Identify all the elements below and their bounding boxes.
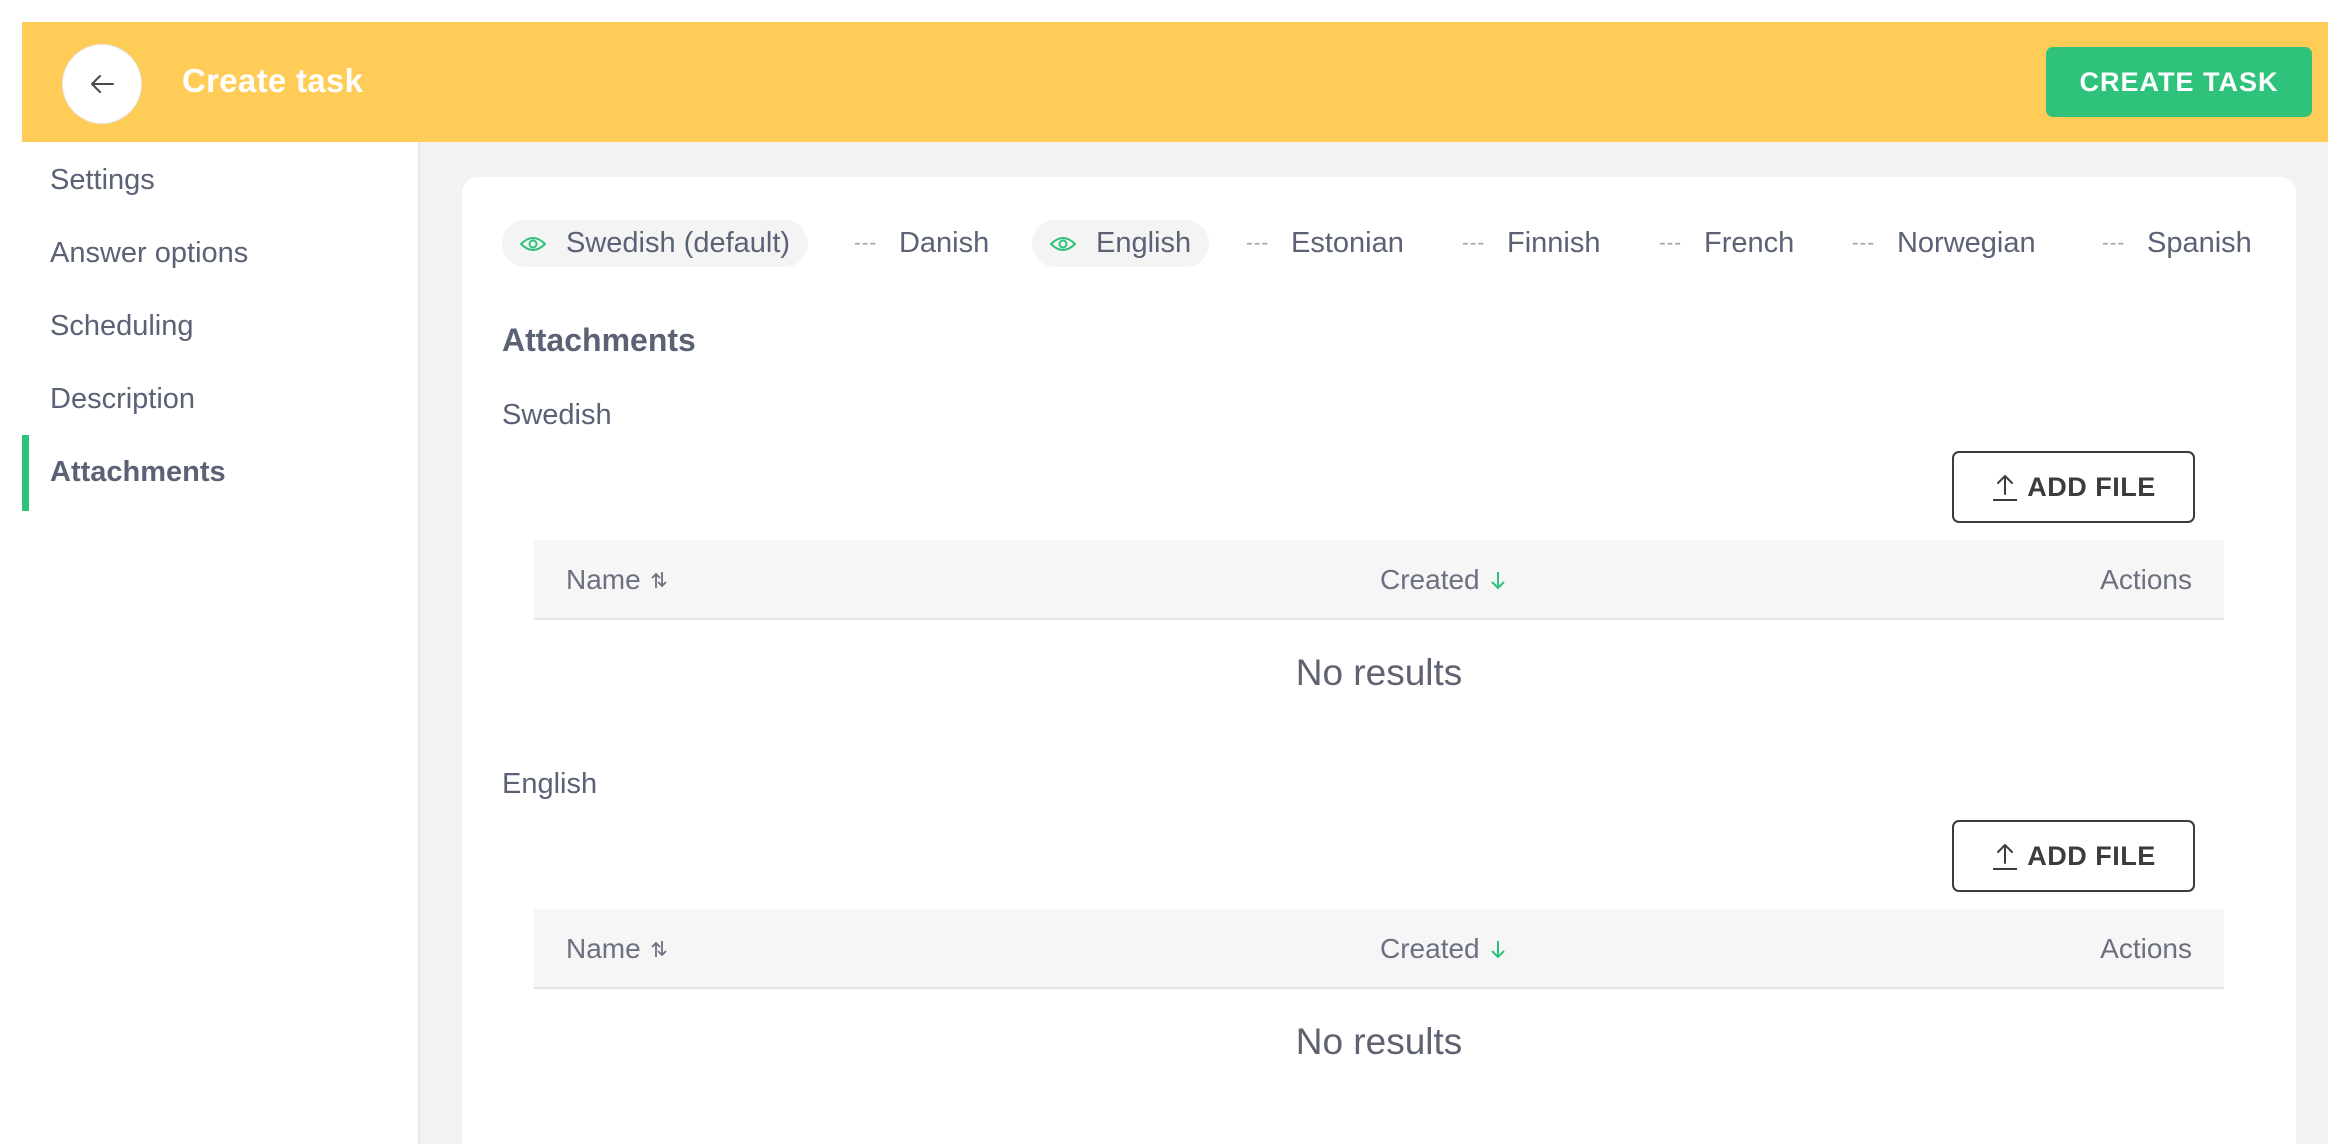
column-header-created[interactable]: Created	[1380, 564, 1508, 596]
sidebar-item-scheduling[interactable]: Scheduling	[50, 310, 194, 343]
column-header-actions: Actions	[2100, 564, 2192, 595]
language-label-swedish: Swedish	[502, 399, 612, 431]
page-title: Create task	[182, 62, 364, 99]
sidebar-item-attachments[interactable]: Attachments	[50, 456, 226, 489]
add-file-label: ADD FILE	[2027, 471, 2156, 502]
lang-tab-label: Estonian	[1290, 227, 1404, 259]
lang-tab-label: English	[1096, 227, 1192, 259]
lang-tab-finnish[interactable]: --- Finnish	[1462, 220, 1600, 267]
attachments-card: Swedish (default) --- Danish English ---…	[462, 177, 2296, 1144]
sidebar-item-answer-options[interactable]: Answer options	[50, 237, 248, 270]
back-button[interactable]	[62, 44, 142, 124]
sort-both-icon	[649, 937, 669, 961]
column-header-actions: Actions	[2100, 933, 2192, 964]
hidden-marker: ---	[1462, 232, 1485, 254]
lang-tab-estonian[interactable]: --- Estonian	[1246, 220, 1404, 267]
eye-icon	[520, 236, 546, 252]
section-title: Attachments	[502, 322, 696, 358]
upload-icon	[1991, 841, 2019, 871]
add-file-label: ADD FILE	[2027, 840, 2156, 871]
lang-tab-label: Norwegian	[1896, 227, 2036, 259]
add-file-button-english[interactable]: ADD FILE	[1952, 820, 2195, 892]
empty-state: No results	[1295, 1021, 1463, 1062]
hidden-marker: ---	[1659, 232, 1682, 254]
sidebar-nav: Settings Answer options Scheduling Descr…	[22, 142, 420, 1144]
add-file-button-swedish[interactable]: ADD FILE	[1952, 451, 2195, 523]
upload-icon	[1991, 472, 2019, 502]
top-header: Create task CREATE TASK	[22, 22, 2328, 142]
lang-tab-swedish[interactable]: Swedish (default)	[502, 220, 809, 267]
sidebar-item-settings[interactable]: Settings	[50, 164, 155, 197]
lang-tab-danish[interactable]: --- Danish	[854, 220, 989, 267]
lang-tab-french[interactable]: --- French	[1659, 220, 1794, 267]
table-header: Name Created Actions	[534, 909, 2224, 989]
table-header: Name Created Actions	[534, 540, 2224, 620]
sort-down-icon	[1488, 568, 1508, 592]
lang-tab-english[interactable]: English	[1032, 220, 1210, 267]
hidden-marker: ---	[1852, 232, 1875, 254]
column-header-name[interactable]: Name	[566, 933, 669, 965]
empty-state: No results	[1295, 652, 1463, 693]
lang-tab-label: Spanish	[2146, 227, 2252, 259]
sort-down-icon	[1488, 937, 1508, 961]
arrow-left-icon	[91, 75, 114, 93]
lang-tab-spanish[interactable]: --- Spanish	[2102, 220, 2252, 267]
hidden-marker: ---	[1246, 232, 1269, 254]
sidebar-item-description[interactable]: Description	[50, 383, 195, 416]
lang-tab-norwegian[interactable]: --- Norwegian	[1852, 220, 2036, 267]
hidden-marker: ---	[2102, 232, 2125, 254]
hidden-marker: ---	[854, 232, 877, 254]
lang-tab-label: French	[1703, 227, 1795, 259]
column-header-name[interactable]: Name	[566, 564, 669, 596]
active-indicator	[22, 435, 29, 511]
language-label-english: English	[502, 768, 598, 800]
lang-tab-label: Finnish	[1506, 227, 1601, 259]
content-area: Swedish (default) --- Danish English ---…	[420, 142, 2328, 1144]
sort-both-icon	[649, 568, 669, 592]
lang-tab-label: Swedish (default)	[566, 227, 791, 259]
create-task-button[interactable]: CREATE TASK	[2046, 47, 2312, 117]
lang-tab-label: Danish	[898, 227, 990, 259]
column-header-created[interactable]: Created	[1380, 933, 1508, 965]
eye-icon	[1050, 236, 1076, 252]
